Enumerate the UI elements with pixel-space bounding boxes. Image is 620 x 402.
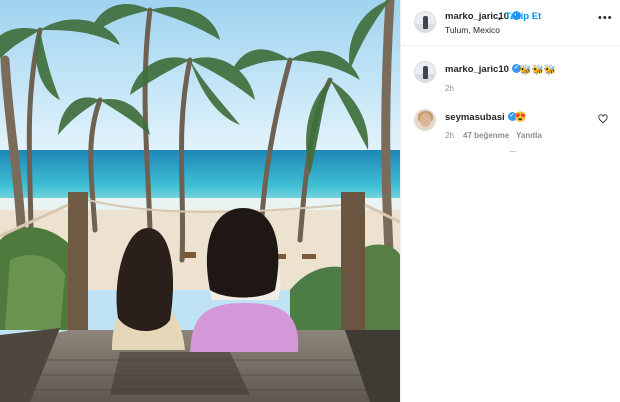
author-avatar[interactable] xyxy=(414,11,436,33)
heart-outline-icon[interactable] xyxy=(598,114,608,124)
separator-dot: • xyxy=(498,14,502,24)
caption-avatar[interactable] xyxy=(414,61,436,83)
caption-text: 🐝🐝🐝 xyxy=(519,65,557,76)
commenter-avatar[interactable] xyxy=(414,109,436,131)
caption-username[interactable]: marko_jaric10 ✓ xyxy=(445,63,521,75)
comment-username[interactable]: seymasubasi ✓ xyxy=(445,111,517,123)
follow-button[interactable]: Takip Et xyxy=(505,11,541,22)
view-replies-line[interactable] xyxy=(510,151,516,152)
comment-time[interactable]: 2h xyxy=(445,131,454,140)
comment-likes[interactable]: 47 beğenme xyxy=(463,131,509,140)
comment-text: 😍 xyxy=(514,112,527,123)
post-photo[interactable] xyxy=(0,0,400,402)
post-header: marko_jaric10 ✓ • Takip Et Tulum, Mexico … xyxy=(401,0,620,46)
post-location[interactable]: Tulum, Mexico xyxy=(445,25,500,35)
post-details-panel: marko_jaric10 ✓ • Takip Et Tulum, Mexico … xyxy=(400,0,620,402)
caption-time[interactable]: 2h xyxy=(445,84,454,93)
more-options-icon[interactable]: ••• xyxy=(598,12,613,24)
reply-button[interactable]: Yanıtla xyxy=(516,131,542,140)
beach-photo-illustration xyxy=(0,0,400,402)
